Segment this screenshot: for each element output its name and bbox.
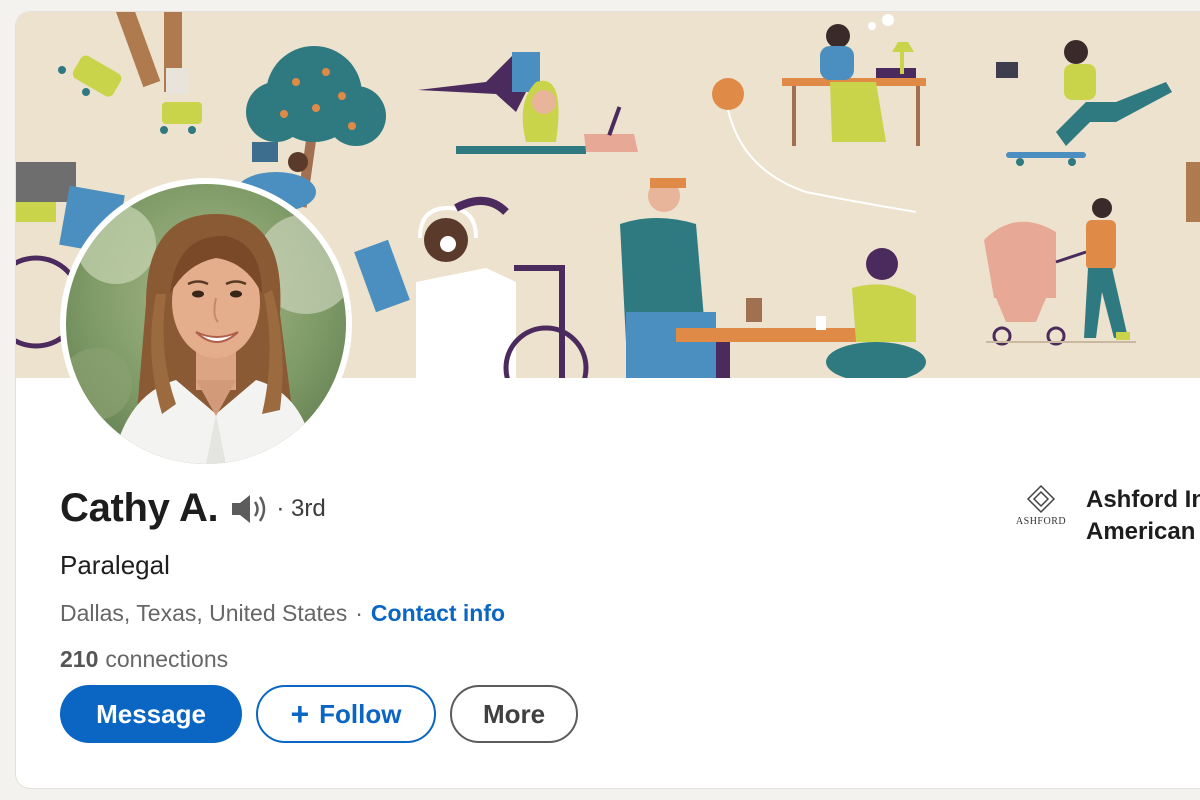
more-button-label: More [482,698,546,729]
location-row: Dallas, Texas, United States · Contact i… [60,600,505,627]
avatar-portrait [66,184,346,464]
company-name-line1: Ashford In [1086,486,1200,513]
connections-count[interactable]: 210 connections [60,646,228,673]
company-name-line2: American [1086,518,1196,545]
message-button-label: Message [96,698,206,729]
follow-button-label: Follow [319,698,402,729]
profile-name: Cathy A. [60,486,219,530]
plus-icon: + [290,696,310,732]
connection-degree: · 3rd [276,494,326,522]
profile-location: Dallas, Texas, United States [60,600,348,626]
profile-headline: Paralegal [60,550,170,580]
avatar-photo [66,184,346,464]
contact-info-link[interactable]: Contact info [371,600,505,627]
message-button[interactable]: Message [60,685,242,743]
current-company[interactable]: ASHFORD Ashford In American [1014,484,1200,548]
company-logo-text: ASHFORD [1015,516,1067,527]
name-row: Cathy A. · 3rd [60,486,326,531]
company-name: Ashford In American [1086,484,1200,548]
speaker-icon[interactable] [230,492,270,526]
location-separator: · [355,600,363,626]
connections-number: 210 [60,646,99,672]
profile-card: Cathy A. · 3rd Paralegal Dallas, Texas, … [16,12,1200,788]
profile-avatar[interactable] [60,178,352,470]
connections-label: connections [105,646,229,672]
ashford-diamond-logo-icon: ASHFORD [1014,484,1068,532]
follow-button[interactable]: + Follow [256,685,436,743]
more-button[interactable]: More [450,685,578,743]
